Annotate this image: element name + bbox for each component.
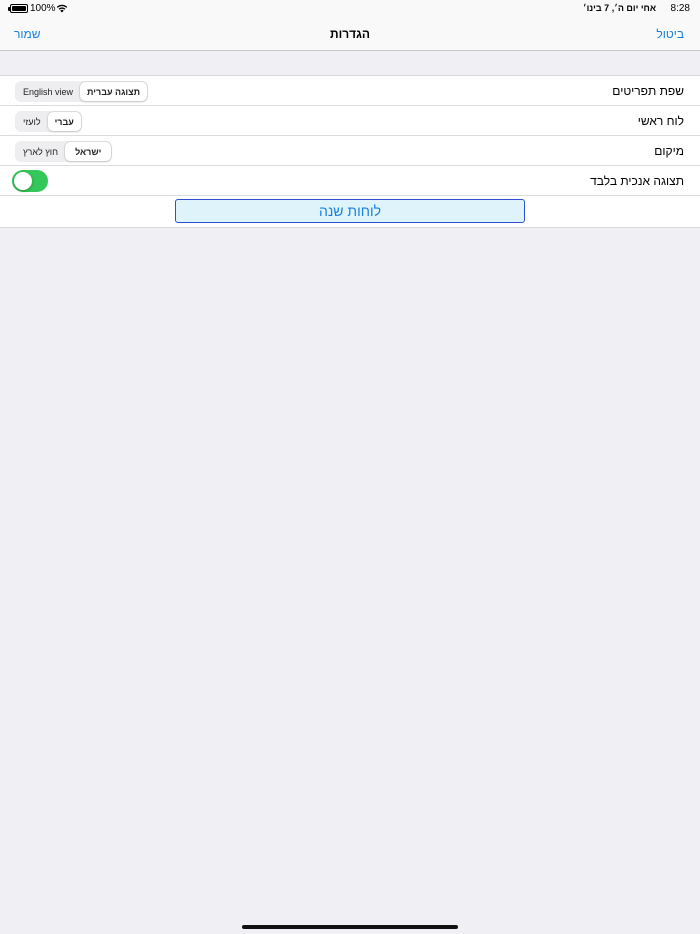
- segment-israel[interactable]: ישראל: [65, 142, 112, 161]
- menu-language-segmented-control: תצוגה עברית English view: [15, 81, 149, 102]
- settings-table: שפת תפריטים תצוגה עברית English view לוח…: [0, 75, 700, 228]
- setting-row-location: מיקום ישראל חוץ לארץ: [0, 136, 700, 166]
- setting-row-main-calendar: לוח ראשי עברי לועזי: [0, 106, 700, 136]
- status-date: אחי יום ה׳, 7 בינו׳: [582, 3, 656, 13]
- status-bar: 100% אחי יום ה׳, 7 בינו׳ 8:28: [0, 0, 700, 18]
- portrait-only-toggle[interactable]: [12, 170, 48, 192]
- cancel-button[interactable]: ביטול: [656, 27, 684, 41]
- setting-label: שפת תפריטים: [612, 84, 684, 98]
- segment-abroad[interactable]: חוץ לארץ: [16, 142, 65, 161]
- setting-label: תצוגה אנכית בלבד: [590, 174, 684, 188]
- home-indicator: [242, 925, 458, 929]
- toggle-knob: [14, 172, 32, 190]
- battery-percentage: 100%: [30, 3, 56, 14]
- battery-icon: [8, 4, 28, 13]
- main-calendar-segmented-control: עברי לועזי: [15, 111, 82, 132]
- setting-row-year-calendars: לוחות שנה: [0, 196, 700, 227]
- status-time: 8:28: [670, 3, 690, 14]
- segment-hebrew-calendar[interactable]: עברי: [47, 112, 81, 131]
- segment-english-view[interactable]: English view: [16, 82, 80, 101]
- navigation-bar: שמור הגדרות ביטול: [0, 18, 700, 51]
- page-title: הגדרות: [330, 27, 370, 41]
- segment-gregorian-calendar[interactable]: לועזי: [16, 112, 48, 131]
- setting-row-menu-language: שפת תפריטים תצוגה עברית English view: [0, 76, 700, 106]
- year-calendars-button[interactable]: לוחות שנה: [175, 199, 525, 223]
- location-segmented-control: ישראל חוץ לארץ: [15, 141, 113, 162]
- setting-row-portrait-only: תצוגה אנכית בלבד: [0, 166, 700, 196]
- wifi-icon: [56, 4, 68, 13]
- setting-label: לוח ראשי: [637, 114, 684, 128]
- setting-label: מיקום: [654, 144, 684, 158]
- segment-hebrew-view[interactable]: תצוגה עברית: [80, 82, 148, 101]
